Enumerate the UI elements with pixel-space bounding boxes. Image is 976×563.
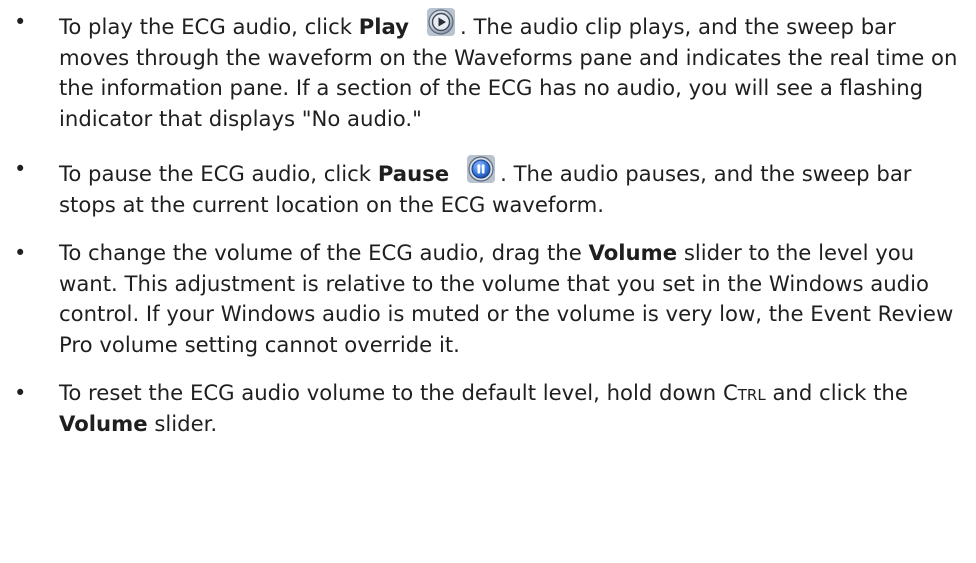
bullet-marker: • (14, 157, 27, 181)
document-page: • To play the ECG audio, click Play . Th… (0, 7, 976, 563)
bullet-marker: • (14, 10, 27, 34)
instruction-list: • To play the ECG audio, click Play . Th… (0, 7, 976, 439)
item-text-intro: To play the ECG audio, click (59, 14, 359, 39)
item-text-mid: and click the (765, 380, 908, 405)
item-text-intro: To change the volume of the ECG audio, d… (59, 240, 589, 265)
item-text-body: slider. (147, 410, 218, 436)
play-button-icon (426, 7, 456, 37)
ctrl-key-label: Ctrl (722, 380, 766, 405)
list-item-play: • To play the ECG audio, click Play . Th… (0, 7, 976, 134)
item-text-intro: To pause the ECG audio, click (59, 161, 378, 186)
bullet-marker: • (14, 381, 27, 405)
bullet-marker: • (14, 241, 27, 265)
list-item-reset-volume: • To reset the ECG audio volume to the d… (0, 378, 976, 439)
volume-term: Volume (59, 410, 148, 436)
list-item-pause: • To pause the ECG audio, click Pause . … (0, 154, 976, 220)
volume-term: Volume (588, 240, 678, 265)
pause-button-icon (466, 154, 496, 184)
play-term: Play (358, 14, 409, 39)
item-text-intro: To reset the ECG audio volume to the def… (59, 380, 723, 405)
list-item-volume: • To change the volume of the ECG audio,… (0, 238, 976, 360)
pause-term: Pause (377, 161, 450, 186)
